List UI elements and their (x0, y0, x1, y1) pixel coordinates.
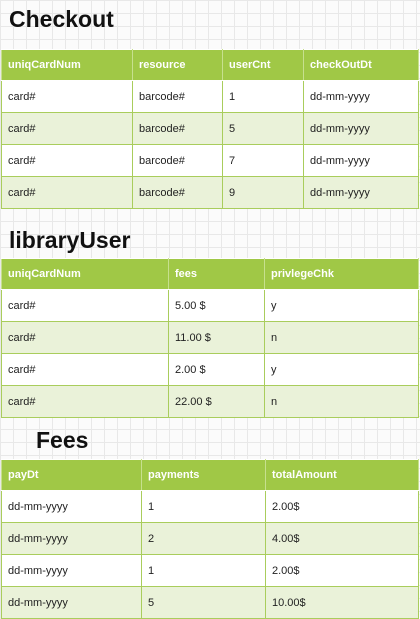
table-cell: 1 (141, 490, 266, 523)
table-cell: dd-mm-yyyy (1, 586, 142, 619)
table-cell: 5 (141, 586, 266, 619)
checkout-title: Checkout (9, 6, 114, 32)
table-row: dd-mm-yyyy 1 2.00$ (1, 490, 419, 523)
column-header-checkoutdt: checkOutDt (303, 49, 419, 81)
table-cell: 4.00$ (265, 522, 419, 555)
table-cell: barcode# (132, 144, 223, 177)
table-row: card# barcode# 5 dd-mm-yyyy (1, 112, 419, 145)
column-header-uniqcardnum: uniqCardNum (1, 258, 169, 290)
table-cell: dd-mm-yyyy (303, 176, 419, 209)
column-header-uniqcardnum: uniqCardNum (1, 49, 133, 81)
table-cell: card# (1, 321, 169, 354)
table-row: dd-mm-yyyy 1 2.00$ (1, 554, 419, 587)
table-cell: dd-mm-yyyy (1, 490, 142, 523)
table-cell: 2 (141, 522, 266, 555)
table-cell: card# (1, 176, 133, 209)
table-row: card# barcode# 1 dd-mm-yyyy (1, 80, 419, 113)
table-cell: card# (1, 289, 169, 322)
table-cell: barcode# (132, 176, 223, 209)
table-cell: dd-mm-yyyy (303, 80, 419, 113)
fees-title: Fees (36, 427, 89, 453)
table-cell: 5.00 $ (168, 289, 265, 322)
column-header-totalamount: totalAmount (265, 459, 419, 491)
table-cell: 2.00$ (265, 490, 419, 523)
table-header-row: uniqCardNum fees privlegeChk (1, 258, 419, 290)
table-cell: dd-mm-yyyy (1, 522, 142, 555)
table-header-row: payDt payments totalAmount (1, 459, 419, 491)
column-header-usercnt: userCnt (222, 49, 304, 81)
table-row: dd-mm-yyyy 5 10.00$ (1, 586, 419, 619)
table-cell: 9 (222, 176, 304, 209)
table-cell: dd-mm-yyyy (303, 144, 419, 177)
table-row: dd-mm-yyyy 2 4.00$ (1, 522, 419, 555)
column-header-resource: resource (132, 49, 223, 81)
table-row: card# 5.00 $ y (1, 289, 419, 322)
table-cell: 11.00 $ (168, 321, 265, 354)
table-cell: 5 (222, 112, 304, 145)
table-row: card# 22.00 $ n (1, 385, 419, 418)
column-header-paydt: payDt (1, 459, 142, 491)
table-cell: y (264, 353, 419, 386)
fees-table: payDt payments totalAmount dd-mm-yyyy 1 … (1, 459, 419, 619)
table-cell: 10.00$ (265, 586, 419, 619)
table-cell: 1 (222, 80, 304, 113)
library-user-title: libraryUser (9, 227, 131, 253)
table-cell: 7 (222, 144, 304, 177)
column-header-privlegechk: privlegeChk (264, 258, 419, 290)
table-cell: dd-mm-yyyy (1, 554, 142, 587)
column-header-fees: fees (168, 258, 265, 290)
table-cell: card# (1, 353, 169, 386)
library-user-table: uniqCardNum fees privlegeChk card# 5.00 … (1, 258, 419, 418)
table-row: card# barcode# 7 dd-mm-yyyy (1, 144, 419, 177)
table-cell: 1 (141, 554, 266, 587)
table-cell: barcode# (132, 80, 223, 113)
table-cell: 2.00$ (265, 554, 419, 587)
table-row: card# 11.00 $ n (1, 321, 419, 354)
table-cell: y (264, 289, 419, 322)
table-cell: n (264, 321, 419, 354)
table-cell: barcode# (132, 112, 223, 145)
table-cell: 2.00 $ (168, 353, 265, 386)
table-cell: card# (1, 80, 133, 113)
table-cell: card# (1, 385, 169, 418)
table-cell: dd-mm-yyyy (303, 112, 419, 145)
table-row: card# barcode# 9 dd-mm-yyyy (1, 176, 419, 209)
table-row: card# 2.00 $ y (1, 353, 419, 386)
checkout-table: uniqCardNum resource userCnt checkOutDt … (1, 49, 419, 209)
table-header-row: uniqCardNum resource userCnt checkOutDt (1, 49, 419, 81)
table-cell: 22.00 $ (168, 385, 265, 418)
column-header-payments: payments (141, 459, 266, 491)
table-cell: card# (1, 144, 133, 177)
table-cell: card# (1, 112, 133, 145)
table-cell: n (264, 385, 419, 418)
